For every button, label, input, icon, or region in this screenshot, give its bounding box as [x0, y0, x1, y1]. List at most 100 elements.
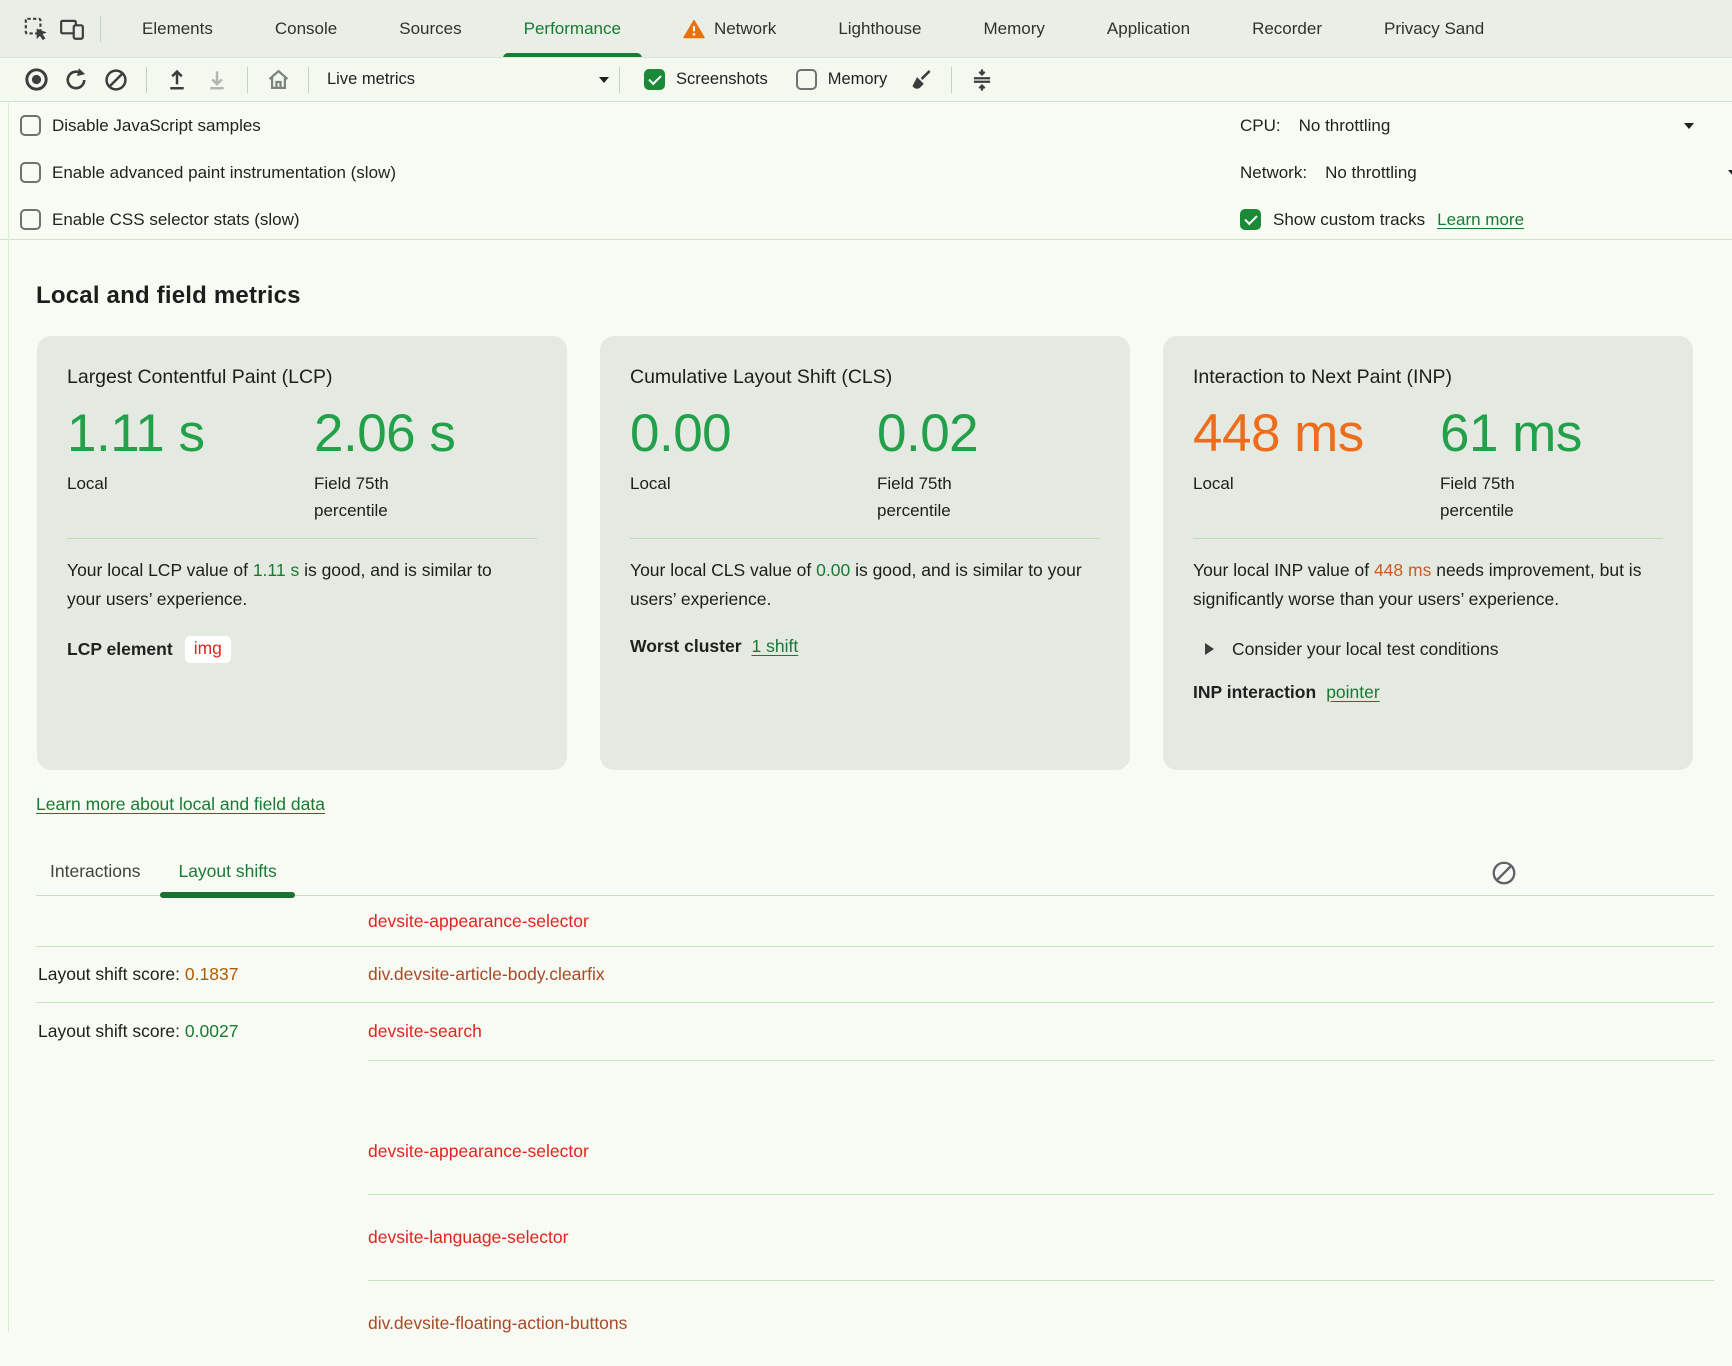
memory-checkbox[interactable]: [796, 69, 817, 90]
reload-and-record-button[interactable]: [56, 63, 96, 97]
home-button[interactable]: [258, 63, 298, 97]
screenshots-label[interactable]: Screenshots: [676, 70, 768, 89]
element-node-link[interactable]: devsite-language-selector: [368, 1227, 568, 1248]
element-node-link[interactable]: div.devsite-floating-action-buttons: [368, 1313, 627, 1334]
clear-button[interactable]: [96, 63, 136, 97]
cpu-throttling-select[interactable]: No throttling: [1299, 116, 1391, 136]
layout-shift-row: devsite-appearance-selector: [0, 896, 1732, 946]
cls-description: Your local CLS value of 0.00 is good, an…: [630, 556, 1082, 614]
score-value: 0.1837: [185, 964, 239, 984]
chevron-down-icon: [599, 77, 609, 83]
lcp-description: Your local LCP value of 1.11 s is good, …: [67, 556, 519, 614]
brush-icon: [908, 67, 934, 93]
tab-lighthouse[interactable]: Lighthouse: [807, 0, 952, 58]
panel-left-border: [8, 103, 9, 1332]
score-value: 0.0027: [185, 1021, 239, 1041]
inp-inline-value: 448 ms: [1374, 560, 1431, 580]
gc-collect-button[interactable]: [901, 63, 941, 97]
clear-log-button[interactable]: [1490, 859, 1518, 887]
tab-layout-shifts[interactable]: Layout shifts: [178, 861, 276, 895]
custom-tracks-row: Show custom tracks Learn more: [1240, 196, 1732, 243]
memory-label[interactable]: Memory: [828, 70, 888, 89]
home-icon: [265, 66, 292, 93]
toolbar-separator: [308, 67, 309, 93]
card-divider: [1193, 538, 1663, 539]
layout-shift-score: Layout shift score: 0.1837: [38, 964, 368, 985]
record-button[interactable]: [16, 63, 56, 97]
screenshots-checkbox[interactable]: [644, 69, 665, 90]
tab-label: Memory: [984, 19, 1045, 39]
css-selector-stats-row: Enable CSS selector stats (slow): [20, 196, 396, 243]
cpu-label: CPU:: [1240, 116, 1281, 136]
tab-interactions[interactable]: Interactions: [50, 861, 140, 895]
network-throttling-select[interactable]: No throttling: [1325, 163, 1417, 183]
advanced-paint-row: Enable advanced paint instrumentation (s…: [20, 149, 396, 196]
lcp-element-node-link[interactable]: img: [185, 636, 231, 663]
chevron-down-icon[interactable]: [1684, 123, 1694, 129]
layout-shifts-table: devsite-appearance-selector Layout shift…: [0, 896, 1732, 1366]
inp-local-conditions-expander[interactable]: Consider your local test conditions: [1193, 639, 1663, 660]
cls-worst-cluster-link[interactable]: 1 shift: [752, 636, 799, 657]
download-profile-button[interactable]: [197, 63, 237, 97]
tab-sources[interactable]: Sources: [368, 0, 492, 58]
show-custom-tracks-checkbox[interactable]: [1240, 209, 1261, 230]
inp-interaction-row: INP interaction pointer: [1193, 682, 1663, 703]
disable-js-samples-label[interactable]: Disable JavaScript samples: [52, 116, 261, 136]
logs-tabbar: Interactions Layout shifts: [50, 861, 1714, 895]
card-divider: [67, 538, 537, 539]
memory-checkbox-row: Memory: [796, 69, 888, 90]
inp-interaction-link[interactable]: pointer: [1326, 682, 1380, 703]
tab-label: Layout shifts: [178, 861, 276, 881]
local-field-learn-more-link[interactable]: Learn more about local and field data: [36, 794, 325, 815]
tab-recorder[interactable]: Recorder: [1221, 0, 1353, 58]
tab-label: Recorder: [1252, 19, 1322, 39]
reload-icon: [63, 67, 89, 93]
lcp-field-label: Field 75th percentile: [314, 471, 432, 524]
disable-js-samples-checkbox[interactable]: [20, 115, 41, 136]
show-custom-tracks-label[interactable]: Show custom tracks: [1273, 210, 1425, 230]
chevron-down-icon[interactable]: [1728, 170, 1732, 176]
row-spacer: [0, 1061, 1732, 1109]
lcp-inline-value: 1.11 s: [253, 560, 299, 580]
card-divider: [630, 538, 1100, 539]
expander-triangle-icon: [1205, 643, 1214, 655]
css-selector-stats-label[interactable]: Enable CSS selector stats (slow): [52, 210, 300, 230]
inspect-element-button[interactable]: [18, 11, 54, 47]
tab-label: Interactions: [50, 861, 140, 881]
cls-card-title: Cumulative Layout Shift (CLS): [630, 366, 1100, 389]
upload-profile-button[interactable]: [157, 63, 197, 97]
screenshots-checkbox-row: Screenshots: [644, 69, 768, 90]
tab-console[interactable]: Console: [244, 0, 368, 58]
element-node-link[interactable]: devsite-appearance-selector: [368, 1141, 589, 1162]
element-node-link[interactable]: devsite-search: [368, 1021, 482, 1042]
tab-application[interactable]: Application: [1076, 0, 1221, 58]
panel-mode-select[interactable]: Live metrics: [327, 70, 609, 89]
lcp-element-label: LCP element: [67, 639, 173, 660]
tab-label: Sources: [399, 19, 461, 39]
device-toolbar-button[interactable]: [54, 11, 90, 47]
lcp-local-value: 1.11 s: [67, 405, 314, 462]
cls-worst-cluster-row: Worst cluster 1 shift: [630, 636, 1100, 657]
tab-privacy-sandbox[interactable]: Privacy Sand: [1353, 0, 1515, 58]
tab-label: Privacy Sand: [1384, 19, 1484, 39]
custom-tracks-learn-more-link[interactable]: Learn more: [1437, 210, 1524, 230]
inp-field-value: 61 ms: [1440, 405, 1687, 462]
tab-label: Lighthouse: [838, 19, 921, 39]
lcp-field-value: 2.06 s: [314, 405, 561, 462]
lcp-card-title: Largest Contentful Paint (LCP): [67, 366, 537, 389]
tab-memory[interactable]: Memory: [953, 0, 1076, 58]
tab-network[interactable]: Network: [652, 0, 807, 58]
devices-icon: [59, 16, 85, 42]
tab-label: Elements: [142, 19, 213, 39]
advanced-paint-label[interactable]: Enable advanced paint instrumentation (s…: [52, 163, 396, 183]
element-node-link[interactable]: devsite-appearance-selector: [368, 911, 589, 932]
record-icon: [23, 66, 50, 93]
advanced-paint-checkbox[interactable]: [20, 162, 41, 183]
cls-card: Cumulative Layout Shift (CLS) 0.00 Local…: [600, 336, 1130, 770]
collapse-sections-button[interactable]: [962, 63, 1002, 97]
element-node-link[interactable]: div.devsite-article-body.clearfix: [368, 964, 605, 985]
lcp-card: Largest Contentful Paint (LCP) 1.11 s Lo…: [37, 336, 567, 770]
css-selector-stats-checkbox[interactable]: [20, 209, 41, 230]
tab-performance[interactable]: Performance: [493, 0, 652, 58]
tab-elements[interactable]: Elements: [111, 0, 244, 58]
